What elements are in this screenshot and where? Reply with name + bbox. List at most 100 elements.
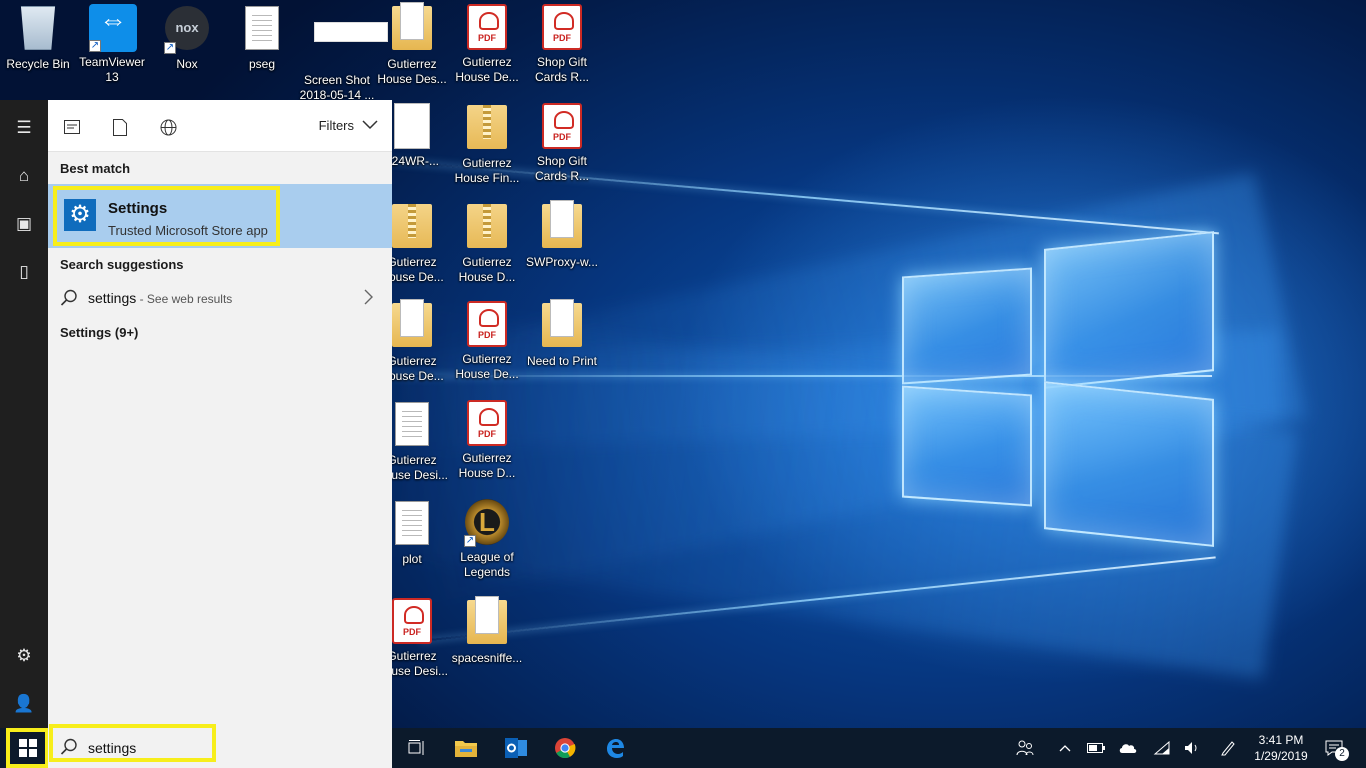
system-clock[interactable]: 3:41 PM 1/29/2019 — [1248, 732, 1314, 764]
pdf-badge: PDF — [403, 627, 421, 637]
desktop-icon[interactable]: PDF Shop Gift Cards R... — [524, 103, 600, 184]
image-file-icon — [314, 22, 388, 70]
start-button[interactable] — [6, 728, 48, 768]
chevron-right-icon[interactable] — [364, 289, 374, 308]
home-icon[interactable]: ⌂ — [0, 156, 48, 196]
outlook-icon[interactable] — [494, 728, 538, 768]
folder-icon — [539, 200, 585, 252]
onedrive-icon[interactable] — [1116, 728, 1140, 768]
desktop-icon-label: Screen Shot 2018-05-14 ... — [299, 73, 375, 102]
clock-time: 3:41 PM — [1258, 733, 1304, 747]
wifi-icon[interactable] — [1150, 728, 1174, 768]
pdf-file-icon: PDF — [389, 598, 435, 646]
show-hidden-icon[interactable] — [1053, 728, 1077, 768]
desktop-icon[interactable]: nox ↗ Nox — [149, 4, 225, 72]
web-filter-icon[interactable] — [157, 116, 179, 138]
desktop-icon[interactable]: PDF Gutierrez House D... — [449, 400, 525, 481]
folder-icon — [389, 2, 435, 54]
desktop-icon-label: spacesniffe... — [451, 651, 523, 665]
chrome-icon[interactable] — [543, 728, 587, 768]
notification-count-badge: 2 — [1335, 747, 1349, 761]
pdf-badge: PDF — [553, 33, 571, 43]
zip-folder-icon — [464, 105, 510, 153]
taskbar: settings 3:41 PM 1/29/2019 2 — [0, 724, 1366, 768]
desktop-icon[interactable]: L ↗ League of Legends — [449, 499, 525, 580]
document-icon — [389, 501, 435, 549]
recycle-bin-icon — [15, 6, 61, 54]
desktop-icon-label: pseg — [248, 57, 276, 71]
pdf-badge: PDF — [553, 132, 571, 142]
folder-icon — [389, 299, 435, 351]
desktop-icon[interactable]: pseg — [224, 4, 300, 72]
league-of-legends-icon: L ↗ — [464, 499, 510, 547]
pdf-file-icon: PDF — [539, 103, 585, 151]
best-match-result[interactable]: ⚙ Settings Trusted Microsoft Store app — [48, 184, 392, 248]
file-explorer-icon[interactable] — [444, 728, 488, 768]
taskbar-search-box[interactable]: settings — [48, 724, 392, 768]
pdf-file-icon: PDF — [464, 4, 510, 52]
zip-folder-icon — [464, 204, 510, 252]
highlight-box: ⚙ Settings Trusted Microsoft Store app — [53, 186, 280, 246]
suggestion-query: settings — [88, 290, 137, 306]
desktop-icon[interactable]: Recycle Bin — [0, 4, 76, 72]
volume-icon[interactable] — [1180, 728, 1204, 768]
desktop-icon[interactable]: PDF Gutierrez House De... — [449, 4, 525, 85]
zip-folder-icon — [389, 204, 435, 252]
desktop-icon-label: Recycle Bin — [6, 57, 70, 71]
desktop-icon-label: SWProxy-w... — [525, 255, 598, 269]
desktop-icon[interactable]: ↗ TeamViewer 13 — [74, 4, 150, 85]
search-suggestions-heading: Search suggestions — [60, 257, 184, 272]
suggestion-text: settings - See web results — [88, 290, 232, 306]
documents-icon[interactable]: ▣ — [0, 204, 48, 244]
windows-logo-icon — [18, 739, 37, 757]
people-icon[interactable] — [1013, 728, 1037, 768]
task-view-icon[interactable] — [395, 728, 439, 768]
desktop-icon[interactable]: SWProxy-w... — [524, 200, 600, 270]
battery-icon[interactable] — [1084, 728, 1108, 768]
nox-icon: nox ↗ — [164, 6, 210, 54]
desktop-icon[interactable]: Screen Shot 2018-05-14 ... — [299, 4, 388, 103]
settings-gear-icon[interactable]: ⚙ — [0, 636, 48, 676]
desktop-icon[interactable]: Gutierrez House Fin... — [449, 103, 525, 186]
suggestion-hint: - See web results — [136, 292, 233, 306]
pdf-file-icon: PDF — [464, 301, 510, 349]
folder-icon — [464, 596, 510, 648]
search-filter-toolbar: Filters — [48, 100, 392, 152]
desktop-icon-label: TeamViewer 13 — [79, 55, 145, 84]
documents-filter-icon[interactable] — [109, 116, 131, 138]
apps-filter-icon[interactable] — [61, 116, 83, 138]
file-icon — [389, 103, 435, 151]
filters-dropdown[interactable]: Filters — [319, 118, 378, 133]
phone-icon[interactable]: ▯ — [0, 252, 48, 292]
search-input[interactable]: settings — [88, 740, 136, 756]
filters-label: Filters — [318, 118, 354, 133]
chevron-down-icon — [362, 118, 378, 133]
settings-app-icon: ⚙ — [64, 199, 96, 231]
pen-icon[interactable] — [1216, 728, 1240, 768]
document-icon — [389, 402, 435, 450]
desktop-icon[interactable]: PDF Shop Gift Cards R... — [524, 4, 600, 85]
desktop-icon[interactable]: Need to Print — [524, 299, 600, 369]
best-match-subtitle: Trusted Microsoft Store app — [108, 223, 268, 238]
hamburger-icon[interactable]: ☰ — [0, 108, 48, 148]
windows-logo-pane — [902, 385, 1032, 507]
windows-logo-pane — [902, 267, 1032, 385]
desktop-icon-label: Nox — [176, 57, 198, 71]
desktop-icon-label: Gutierrez House Fin... — [454, 156, 520, 185]
search-results-panel: Filters Best match ⚙ Settings Trusted Mi… — [48, 100, 392, 728]
user-icon[interactable]: 👤 — [0, 684, 48, 724]
desktop-icon-label: Shop Gift Cards R... — [534, 55, 589, 84]
edge-icon[interactable] — [593, 728, 637, 768]
desktop-icon[interactable]: spacesniffe... — [449, 596, 525, 666]
folder-icon — [539, 299, 585, 351]
desktop-icon-label: Shop Gift Cards R... — [534, 154, 589, 183]
desktop-icon[interactable]: PDF Gutierrez House De... — [449, 301, 525, 382]
pdf-badge: PDF — [478, 33, 496, 43]
web-suggestion-row[interactable]: settings - See web results — [48, 284, 392, 314]
desktop-icon[interactable]: Gutierrez House D... — [449, 202, 525, 285]
windows-logo-pane — [1044, 381, 1214, 547]
desktop-icon[interactable]: Gutierrez House Des... — [374, 2, 450, 87]
settings-more-heading[interactable]: Settings (9+) — [60, 325, 138, 340]
pdf-file-icon: PDF — [464, 400, 510, 448]
best-match-title: Settings — [108, 200, 168, 217]
